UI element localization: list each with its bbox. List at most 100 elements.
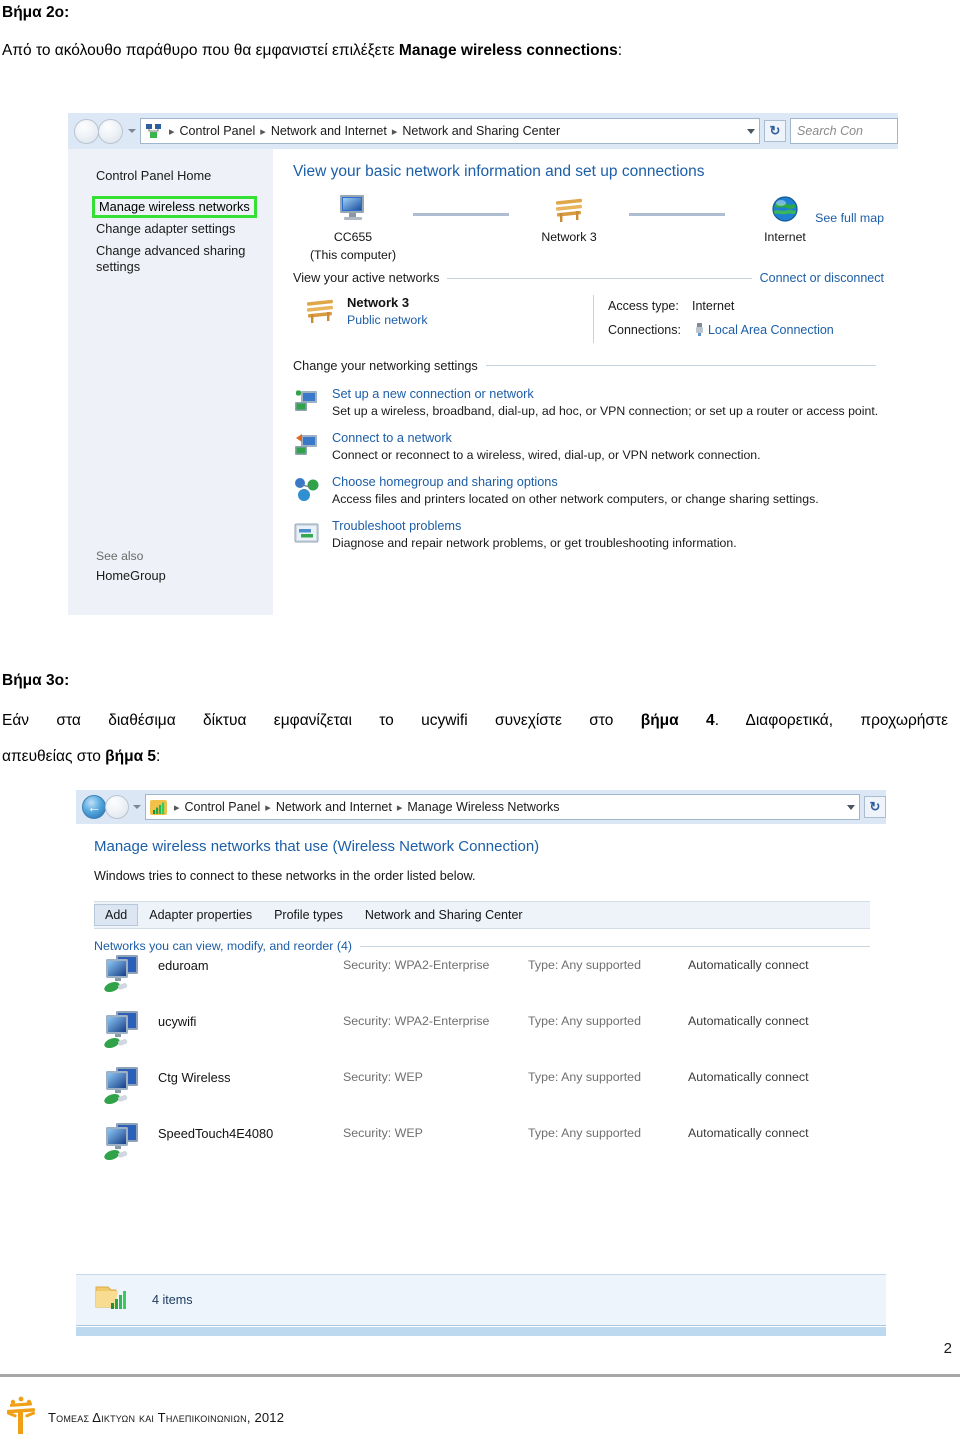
chevron-down-icon[interactable] — [133, 805, 141, 809]
map-node-network[interactable]: Network 3 — [509, 191, 629, 245]
address-field-actions-2 — [839, 804, 855, 810]
sidebar-item-control-panel-home[interactable]: Control Panel Home — [68, 165, 273, 187]
navigation-buttons-1 — [74, 118, 140, 144]
setting-troubleshoot-problems[interactable]: Troubleshoot problems Diagnose and repai… — [293, 519, 884, 550]
active-network-details: Access type: Internet Connections: Local … — [608, 295, 834, 343]
breadcrumb-separator: ▸ — [169, 125, 175, 138]
table-row[interactable]: SpeedTouch4E4080 Security: WEP Type: Any… — [94, 1121, 870, 1177]
wireless-profile-icon — [102, 953, 158, 1003]
page-title-1: View your basic network information and … — [293, 163, 705, 180]
back-arrow-icon[interactable]: ← — [82, 795, 106, 819]
setting-title[interactable]: Choose homegroup and sharing options — [332, 475, 819, 489]
setting-title[interactable]: Troubleshoot problems — [332, 519, 737, 533]
setting-set-up-new-connection[interactable]: Set up a new connection or network Set u… — [293, 387, 884, 418]
step-3-line1-a: Εάν στα διαθέσιμα δίκτυα εμφανίζεται το … — [2, 712, 641, 729]
address-field-1[interactable]: ▸ Control Panel ▸ Network and Internet ▸… — [140, 118, 760, 144]
setting-desc: Diagnose and repair network problems, or… — [332, 535, 737, 550]
network-and-sharing-center-button[interactable]: Network and Sharing Center — [354, 904, 534, 926]
sidebar-item-manage-wireless-networks[interactable]: Manage wireless networks — [92, 195, 257, 219]
breadcrumb-control-panel[interactable]: Control Panel — [185, 800, 261, 814]
network-connect-mode: Automatically connect — [688, 958, 809, 972]
wireless-signal-icon — [150, 799, 167, 816]
step-3-line2-bold: βήμα 5 — [105, 748, 157, 765]
computer-icon — [293, 191, 413, 227]
breadcrumb-separator: ▸ — [174, 801, 180, 814]
network-type: Type: Any supported — [528, 958, 641, 972]
step-2-heading: Βήμα 2ο: — [2, 4, 70, 21]
chevron-down-icon[interactable] — [128, 129, 136, 133]
homegroup-icon — [293, 476, 321, 504]
see-full-map-link[interactable]: See full map — [815, 211, 884, 225]
adapter-properties-button[interactable]: Adapter properties — [138, 904, 263, 926]
active-networks-header: View your active networks Connect or dis… — [293, 271, 884, 285]
main-content-1: View your basic network information and … — [273, 149, 898, 625]
access-type-key: Access type: — [608, 299, 679, 313]
breadcrumb-network-and-internet[interactable]: Network and Internet — [276, 800, 392, 814]
breadcrumb-separator: ▸ — [391, 125, 398, 138]
map-node-internet-label: Internet — [764, 230, 806, 244]
tree-logo — [4, 1396, 38, 1439]
profile-types-button[interactable]: Profile types — [263, 904, 354, 926]
networking-settings-header: Change your networking settings — [293, 359, 884, 373]
active-network-type-link[interactable]: Public network — [347, 313, 428, 327]
chevron-down-icon[interactable] — [747, 128, 755, 134]
refresh-icon[interactable]: ↻ — [764, 120, 786, 142]
sidebar-item-change-adapter-settings[interactable]: Change adapter settings — [68, 218, 273, 240]
network-map: CC655 (This computer) Network 3 Internet… — [293, 191, 884, 267]
page-number: 2 — [943, 1340, 952, 1357]
wireless-profile-icon — [102, 1121, 158, 1171]
network-type: Type: Any supported — [528, 1070, 641, 1084]
networks-group-label: Networks you can view, modify, and reord… — [94, 939, 353, 953]
network-connect-mode: Automatically connect — [688, 1126, 809, 1140]
breadcrumb-control-panel[interactable]: Control Panel — [180, 124, 256, 138]
setting-desc: Access files and printers located on oth… — [332, 491, 819, 506]
map-node-computer[interactable]: CC655 (This computer) — [293, 191, 413, 264]
divider — [360, 945, 870, 947]
setting-title[interactable]: Connect to a network — [332, 431, 761, 445]
breadcrumb-network-and-internet[interactable]: Network and Internet — [271, 124, 387, 138]
step-3-line2-c: : — [156, 748, 161, 765]
connect-or-disconnect-link[interactable]: Connect or disconnect — [760, 271, 884, 285]
table-row[interactable]: ucywifi Security: WPA2-Enterprise Type: … — [94, 1009, 870, 1065]
bench-network-icon — [509, 191, 629, 227]
network-name: Ctg Wireless — [158, 1070, 231, 1085]
connections-key: Connections: — [608, 322, 681, 337]
network-security: Security: WPA2-Enterprise — [343, 1014, 490, 1028]
breadcrumb-manage-wireless-networks[interactable]: Manage Wireless Networks — [407, 800, 559, 814]
breadcrumb-separator: ▸ — [265, 801, 271, 814]
forward-arrow-icon[interactable] — [105, 795, 129, 819]
step-3-paragraph: Εάν στα διαθέσιμα δίκτυα εμφανίζεται το … — [2, 712, 948, 766]
sidebar-item-homegroup[interactable]: HomeGroup — [68, 565, 273, 587]
step-2-text-after: : — [617, 42, 623, 59]
active-network-identity[interactable]: Network 3 Public network — [293, 295, 593, 343]
setting-title[interactable]: Set up a new connection or network — [332, 387, 878, 401]
address-field-2[interactable]: ▸ Control Panel ▸ Network and Internet ▸… — [145, 794, 860, 820]
status-bar-2: 4 items — [76, 1274, 886, 1326]
forward-arrow-icon[interactable] — [98, 118, 123, 144]
setting-choose-homegroup[interactable]: Choose homegroup and sharing options Acc… — [293, 475, 884, 506]
breadcrumb-network-and-sharing-center[interactable]: Network and Sharing Center — [402, 124, 560, 138]
setting-connect-to-network[interactable]: Connect to a network Connect or reconnec… — [293, 431, 884, 462]
network-name: eduroam — [158, 958, 209, 973]
active-network-row: Network 3 Public network Access type: Int… — [293, 295, 884, 343]
back-arrow-icon[interactable] — [74, 118, 99, 144]
sidebar-item-change-advanced-sharing-settings[interactable]: Change advanced sharing settings — [68, 240, 273, 278]
bench-network-icon — [303, 295, 337, 330]
window-body-2: Manage wireless networks that use (Wirel… — [76, 824, 886, 1336]
search-input-1[interactable]: Search Con — [790, 118, 898, 144]
table-row[interactable]: eduroam Security: WPA2-Enterprise Type: … — [94, 953, 870, 1009]
add-button[interactable]: Add — [94, 904, 139, 926]
footer-divider — [0, 1374, 960, 1377]
network-security: Security: WPA2-Enterprise — [343, 958, 490, 972]
network-type: Type: Any supported — [528, 1126, 641, 1140]
networks-group-header: Networks you can view, modify, and reord… — [94, 939, 870, 953]
table-row[interactable]: Ctg Wireless Security: WEP Type: Any sup… — [94, 1065, 870, 1121]
active-network-name: Network 3 — [347, 295, 410, 310]
refresh-icon[interactable]: ↻ — [864, 796, 886, 818]
network-name: ucywifi — [158, 1014, 197, 1029]
lan-connection-icon — [692, 322, 708, 337]
connections-value-link[interactable]: Local Area Connection — [708, 323, 834, 337]
window-body-1: Control Panel Home Manage wireless netwo… — [68, 149, 898, 625]
step-2-text-bold: Manage wireless connections — [398, 42, 618, 59]
chevron-down-icon[interactable] — [847, 804, 855, 810]
